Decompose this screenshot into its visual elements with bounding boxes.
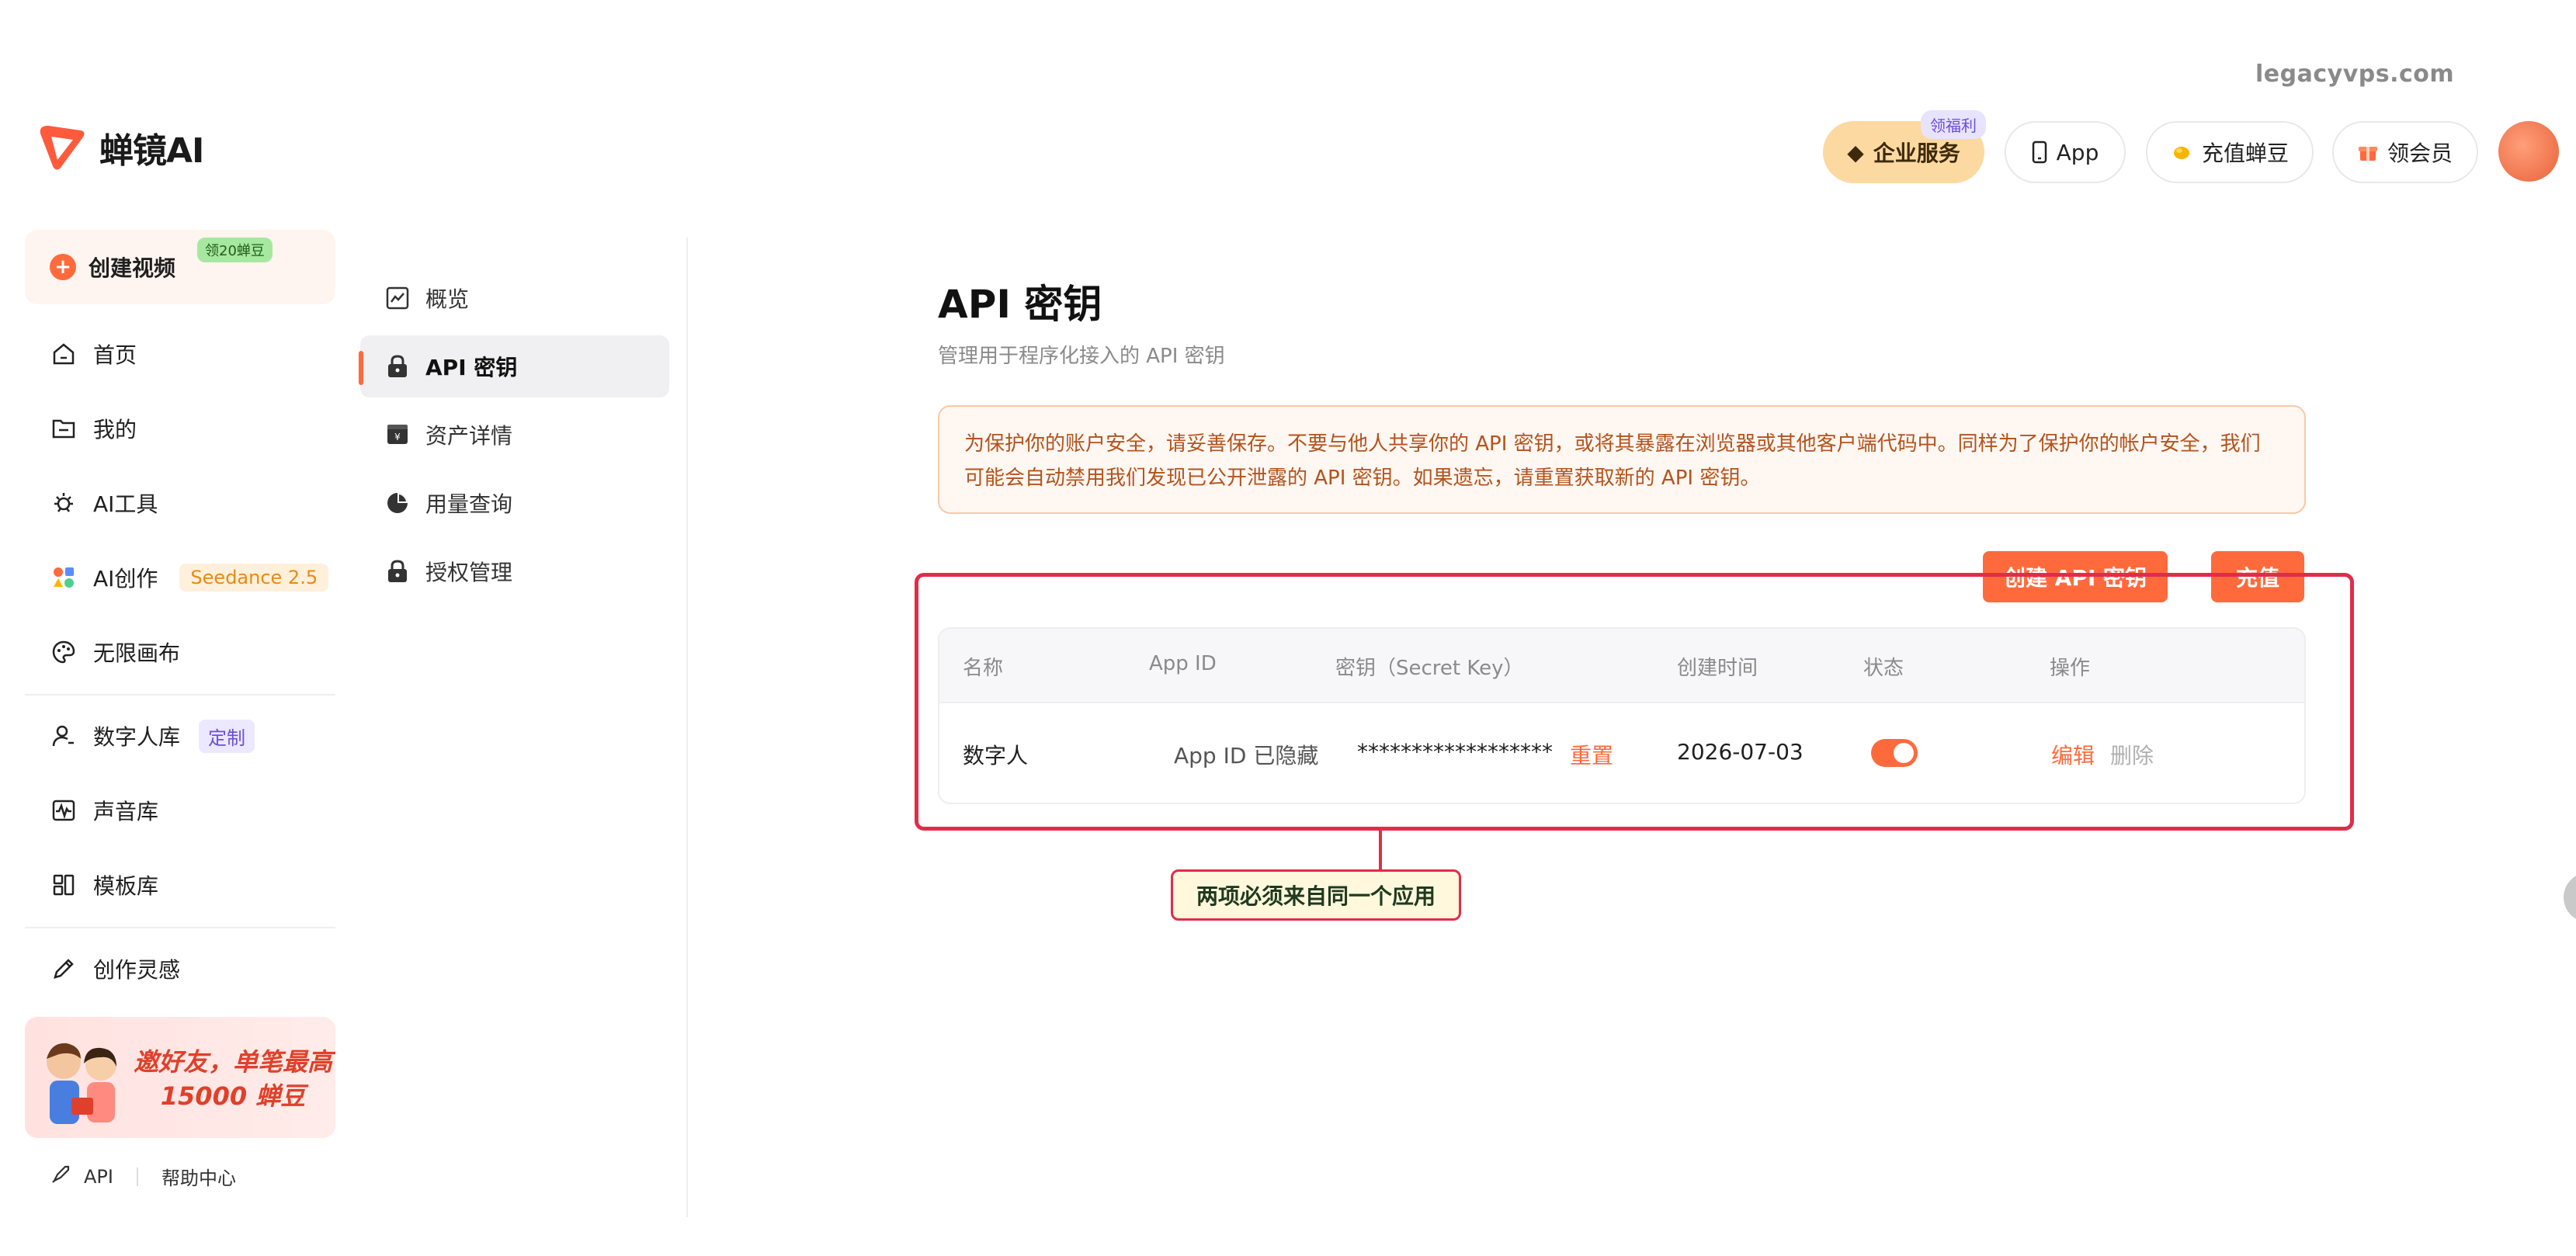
folder-icon (50, 415, 78, 442)
create-video-button[interactable]: + 创建视频 领20蝉豆 (25, 230, 335, 304)
lock-icon (384, 557, 411, 585)
seedance-tag: Seedance 2.5 (179, 564, 329, 592)
sidebar-item-inspiration[interactable]: 创作灵感 (50, 945, 180, 992)
page-title: API 密钥 (938, 282, 1102, 327)
sparkle-icon (50, 489, 78, 517)
subnav-label: 资产详情 (425, 423, 513, 449)
logo-text: 蝉镜AI (99, 131, 204, 171)
promo-line-1: 邀好友，单笔最高 (134, 1047, 333, 1077)
subnav-label: API 密钥 (425, 355, 518, 380)
benefit-badge: 领福利 (1921, 110, 1986, 139)
sidebar-item-digital-human[interactable]: 数字人库 定制 (50, 713, 255, 759)
user-avatar[interactable] (2498, 121, 2559, 182)
content-divider (686, 238, 688, 1217)
recharge-label: 充值蝉豆 (2201, 141, 2289, 166)
sidebar-item-label: 数字人库 (93, 724, 181, 750)
plus-icon: + (50, 254, 76, 280)
subnav-authorization[interactable]: 授权管理 (360, 540, 669, 602)
custom-tag: 定制 (199, 719, 255, 753)
sidebar-footer: API 帮助中心 (50, 1163, 236, 1190)
sidebar-item-home[interactable]: 首页 (50, 331, 137, 377)
member-label: 领会员 (2387, 141, 2453, 166)
person-icon (50, 722, 78, 750)
subnav-asset-details[interactable]: ¥ 资产详情 (360, 404, 669, 466)
chart-line-icon (384, 284, 411, 312)
waveform-icon (50, 796, 78, 824)
sidebar-divider (25, 694, 335, 696)
sidebar-divider (25, 927, 335, 928)
sidebar-item-label: 声音库 (93, 799, 159, 824)
subnav-overview[interactable]: 概览 (360, 267, 669, 329)
sidebar-item-label: AI工具 (93, 491, 158, 517)
palette-icon (50, 638, 78, 666)
svg-text:¥: ¥ (394, 432, 401, 442)
notice-line-2: 可能会自动禁用我们发现已公开泄露的 API 密钥。如果遗忘，请重置获取新的 AP… (964, 467, 1761, 490)
lock-icon (384, 352, 411, 380)
active-indicator (359, 351, 363, 385)
pie-chart-icon (384, 489, 411, 517)
gift-icon (2358, 147, 2377, 161)
page-subtitle: 管理用于程序化接入的 API 密钥 (938, 345, 1225, 368)
sidebar-item-label: 我的 (93, 417, 137, 442)
promo-text: 邀好友，单笔最高 15000 蝉豆 (134, 1045, 332, 1113)
app-download-button[interactable]: App (2005, 121, 2126, 183)
notice-line-1: 为保护你的账户安全，请妥善保存。不要与他人共享你的 API 密钥，或将其暴露在浏… (964, 432, 2261, 456)
annotation-highlight-box (915, 573, 2354, 831)
subnav-usage-query[interactable]: 用量查询 (360, 472, 669, 534)
brand-logo[interactable]: 蝉镜AI (37, 123, 204, 172)
sidebar-item-infinite-canvas[interactable]: 无限画布 (50, 629, 180, 675)
security-notice: 为保护你的账户安全，请妥善保存。不要与他人共享你的 API 密钥，或将其暴露在浏… (938, 405, 2306, 514)
floating-assistant-button[interactable] (2564, 873, 2576, 922)
subnav-label: 授权管理 (425, 560, 513, 585)
wallet-icon: ¥ (384, 421, 411, 449)
enterprise-service-button[interactable]: ◆ 企业服务 领福利 (1823, 110, 1986, 183)
sidebar-item-label: 模板库 (93, 873, 159, 899)
enterprise-label: 企业服务 (1873, 141, 1960, 166)
sidebar-item-mine[interactable]: 我的 (50, 405, 137, 452)
subnav-api-keys[interactable]: API 密钥 (360, 335, 669, 397)
kids-illustration (47, 1043, 116, 1124)
diamond-icon: ◆ (1847, 139, 1864, 165)
help-center-link[interactable]: 帮助中心 (161, 1163, 236, 1190)
sidebar-item-template-library[interactable]: 模板库 (50, 862, 158, 908)
sidebar-item-ai-creation[interactable]: AI创作 Seedance 2.5 (50, 554, 329, 601)
create-video-badge: 领20蝉豆 (197, 238, 273, 262)
annotation-connector (1379, 831, 1382, 871)
subnav-label: 用量查询 (425, 491, 513, 517)
sidebar-item-label: AI创作 (93, 566, 158, 592)
grid-icon (50, 871, 78, 899)
sidebar-item-label: 首页 (93, 342, 137, 368)
sidebar-item-label: 无限画布 (93, 640, 181, 666)
api-link[interactable]: API (84, 1166, 113, 1188)
home-icon (50, 340, 78, 368)
promo-line-2: 15000 蝉豆 (160, 1081, 306, 1111)
annotation-callout: 两项必须来自同一个应用 (1171, 869, 1461, 921)
sidebar-item-ai-tools[interactable]: AI工具 (50, 480, 158, 526)
subnav-label: 概览 (425, 286, 470, 312)
logo-icon (40, 126, 85, 170)
pen-icon (50, 955, 78, 983)
app-label: App (2056, 139, 2099, 165)
sidebar-item-label: 创作灵感 (93, 957, 181, 983)
create-video-label: 创建视频 (89, 255, 176, 281)
recharge-beans-button[interactable]: 充值蝉豆 (2146, 121, 2314, 183)
watermark: legacyvps.com (2255, 61, 2455, 88)
rocket-icon (50, 1164, 71, 1190)
phone-icon (2032, 141, 2047, 164)
invite-promo-banner[interactable]: 邀好友，单笔最高 15000 蝉豆 (25, 1017, 335, 1138)
footer-separator (136, 1167, 138, 1186)
sidebar-item-voice-library[interactable]: 声音库 (50, 787, 158, 834)
get-membership-button[interactable]: 领会员 (2332, 121, 2478, 183)
bean-icon (2173, 147, 2189, 159)
shapes-icon (50, 564, 78, 592)
